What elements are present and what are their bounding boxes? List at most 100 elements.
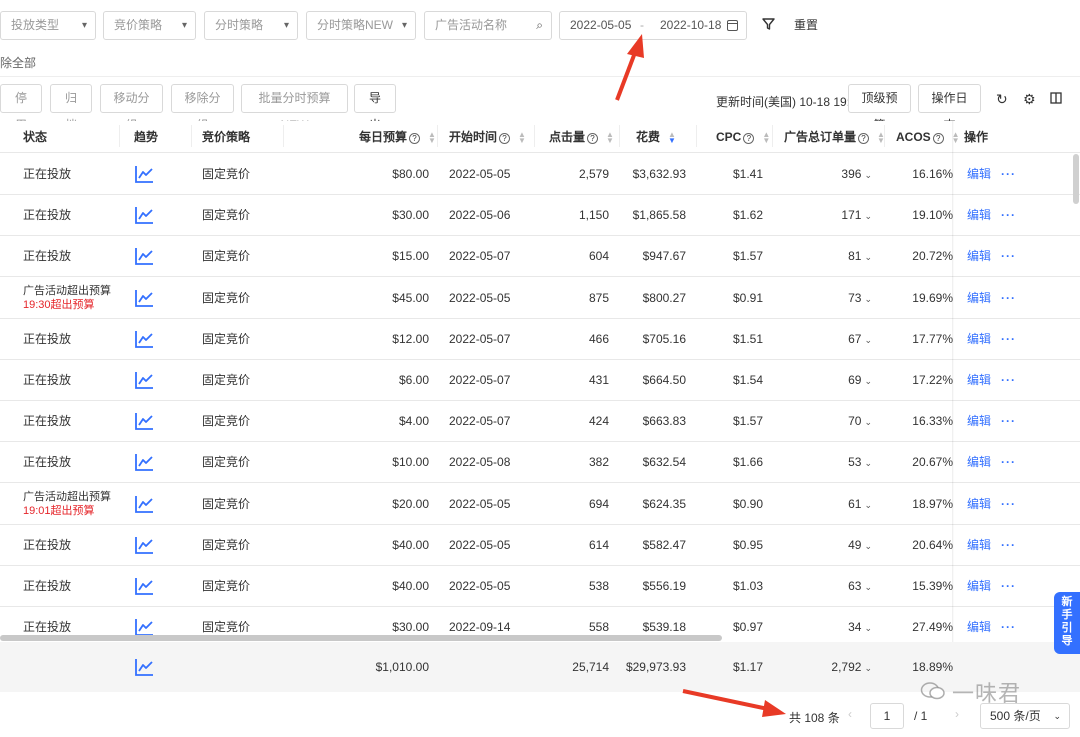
orders-cell[interactable]: 61 ⌄ — [848, 484, 872, 526]
more-actions-icon[interactable]: ··· — [1001, 195, 1016, 236]
daily-budget-cell[interactable]: $45.00 — [392, 278, 429, 319]
col-clicks[interactable]: 点击量? ▲ ▼ — [549, 121, 614, 153]
trend-chart-icon[interactable] — [135, 618, 154, 637]
edit-link[interactable]: 编辑 — [967, 278, 991, 319]
orders-cell[interactable]: 53 ⌄ — [848, 442, 872, 484]
edit-link[interactable]: 编辑 — [967, 195, 991, 236]
col-acos[interactable]: ACOS? ▲ ▼ — [896, 121, 960, 153]
trend-chart-icon[interactable] — [135, 165, 154, 183]
more-actions-icon[interactable]: ··· — [1001, 401, 1016, 442]
more-actions-icon[interactable]: ··· — [1001, 442, 1016, 483]
orders-value: 34 — [848, 620, 862, 635]
orders-cell[interactable]: 73 ⌄ — [848, 278, 872, 320]
daily-budget-cell[interactable]: $12.00 — [392, 319, 429, 360]
trend-chart-icon[interactable] — [135, 453, 154, 472]
ad-type-select[interactable]: 投放类型 ▾ — [0, 11, 96, 40]
orders-cell[interactable]: 69 ⌄ — [848, 360, 872, 402]
trend-chart-icon[interactable] — [135, 536, 154, 554]
reset-button[interactable]: 重置 — [794, 11, 818, 40]
more-actions-icon[interactable]: ··· — [1001, 154, 1016, 195]
daily-budget-cell[interactable]: $40.00 — [392, 566, 429, 607]
top-budget-button[interactable]: 顶级预算 — [848, 84, 911, 132]
campaign-search-input[interactable]: 广告活动名称 ⌕ — [424, 11, 552, 40]
more-actions-icon[interactable]: ··· — [1001, 525, 1016, 566]
more-actions-icon[interactable]: ··· — [1001, 484, 1016, 525]
archive-button[interactable]: 归档 — [50, 84, 92, 132]
summary-row: $1,010.00 25,714 $29,973.93 $1.17 2,792 ⌄… — [0, 642, 1080, 692]
horizontal-scrollbar[interactable] — [0, 635, 722, 641]
export-button[interactable]: 导出 — [354, 84, 396, 132]
bid-strategy-select[interactable]: 竞价策略 ▾ — [103, 11, 196, 40]
edit-link[interactable]: 编辑 — [967, 236, 991, 277]
more-actions-icon[interactable]: ··· — [1001, 236, 1016, 277]
more-actions-icon[interactable]: ··· — [1001, 319, 1016, 360]
trend-chart-icon[interactable] — [135, 247, 154, 266]
update-time: 更新时间(美国) 10-18 19:12 — [716, 95, 864, 109]
trend-chart-icon[interactable] — [135, 412, 154, 431]
operation-log-button[interactable]: 操作日志 — [918, 84, 981, 132]
edit-link[interactable]: 编辑 — [967, 401, 991, 442]
col-start-time[interactable]: 开始时间? ▲ ▼ — [449, 121, 526, 153]
dayparting-new-select[interactable]: 分时策略NEW ▾ — [306, 11, 416, 40]
beginner-guide-button[interactable]: 新手引导 — [1054, 592, 1080, 654]
daily-budget-cell[interactable]: $40.00 — [392, 525, 429, 566]
col-daily-budget[interactable]: 每日预算? ▲ ▼ — [359, 121, 436, 153]
daily-budget-cell[interactable]: $20.00 — [392, 484, 429, 525]
edit-link[interactable]: 编辑 — [967, 566, 991, 607]
move-group-button[interactable]: 移动分组 — [100, 84, 163, 132]
prev-page-icon[interactable]: ‹ — [848, 707, 852, 721]
bid-strategy-cell: 固定竞价 — [202, 208, 251, 223]
daily-budget-cell[interactable]: $80.00 — [392, 154, 429, 195]
trend-chart-icon[interactable] — [135, 495, 154, 513]
edit-link[interactable]: 编辑 — [967, 154, 991, 195]
orders-cell[interactable]: 49 ⌄ — [848, 525, 872, 567]
orders-value: 69 — [848, 373, 862, 387]
trend-chart-icon[interactable] — [135, 371, 154, 389]
daily-budget-cell[interactable]: $15.00 — [392, 236, 429, 277]
edit-link[interactable]: 编辑 — [967, 442, 991, 483]
more-actions-icon[interactable]: ··· — [1001, 566, 1016, 607]
edit-link[interactable]: 编辑 — [967, 484, 991, 525]
edit-link[interactable]: 编辑 — [967, 319, 991, 360]
refresh-icon[interactable]: ↻ — [996, 91, 1008, 108]
col-cpc[interactable]: CPC? ▲ ▼ — [716, 121, 770, 153]
date-range-picker[interactable]: 2022-05-05 - 2022-10-18 — [559, 11, 747, 40]
trend-chart-icon[interactable] — [135, 658, 154, 676]
page-number-input[interactable]: 1 — [870, 703, 904, 729]
clear-all-link[interactable]: 除全部 — [0, 54, 36, 71]
dayparting-select[interactable]: 分时策略 ▾ — [204, 11, 298, 40]
trend-chart-icon[interactable] — [135, 330, 154, 348]
trend-chart-icon[interactable] — [135, 577, 154, 595]
daily-budget-cell[interactable]: $30.00 — [392, 195, 429, 236]
trend-chart-icon[interactable] — [135, 289, 154, 307]
col-spend[interactable]: 花费 ▲ ▼ — [636, 121, 676, 153]
col-trend: 趋势 — [134, 130, 159, 144]
orders-cell[interactable]: 171 ⌄ — [841, 195, 872, 237]
daily-budget-cell[interactable]: $4.00 — [399, 401, 429, 442]
more-actions-icon[interactable]: ··· — [1001, 360, 1016, 401]
help-icon: ? — [743, 133, 755, 144]
start-time-cell: 2022-05-05 — [449, 167, 511, 181]
batch-dayparting-budget-button[interactable]: 批量分时预算NEW — [241, 84, 348, 132]
orders-cell[interactable]: 67 ⌄ — [848, 319, 872, 361]
settings-icon[interactable]: ⚙ — [1023, 91, 1036, 108]
daily-budget-cell[interactable]: $10.00 — [392, 442, 429, 483]
table-row: 广告活动超出预算 19:30超出预算 固定竞价 $45.00 2022-05-05 875… — [0, 278, 1080, 319]
orders-cell[interactable]: 70 ⌄ — [848, 401, 872, 443]
clicks-cell: 614 — [588, 537, 609, 552]
edit-link[interactable]: 编辑 — [967, 360, 991, 401]
orders-cell[interactable]: 396 ⌄ — [841, 154, 872, 196]
more-actions-icon[interactable]: ··· — [1001, 278, 1016, 319]
orders-cell[interactable]: 81 ⌄ — [848, 236, 872, 278]
remove-group-button[interactable]: 移除分组 — [171, 84, 234, 132]
column-layout-icon[interactable] — [1050, 91, 1062, 107]
vertical-scrollbar[interactable] — [1073, 154, 1079, 204]
edit-link[interactable]: 编辑 — [967, 525, 991, 566]
next-page-icon[interactable]: › — [955, 707, 959, 721]
daily-budget-cell[interactable]: $6.00 — [399, 360, 429, 401]
trend-chart-icon[interactable] — [135, 206, 154, 225]
col-total-orders[interactable]: 广告总订单量? ▲ ▼ — [784, 121, 885, 153]
pause-button[interactable]: 停用 — [0, 84, 42, 132]
filter-icon[interactable] — [762, 17, 775, 33]
orders-cell[interactable]: 63 ⌄ — [848, 566, 872, 608]
